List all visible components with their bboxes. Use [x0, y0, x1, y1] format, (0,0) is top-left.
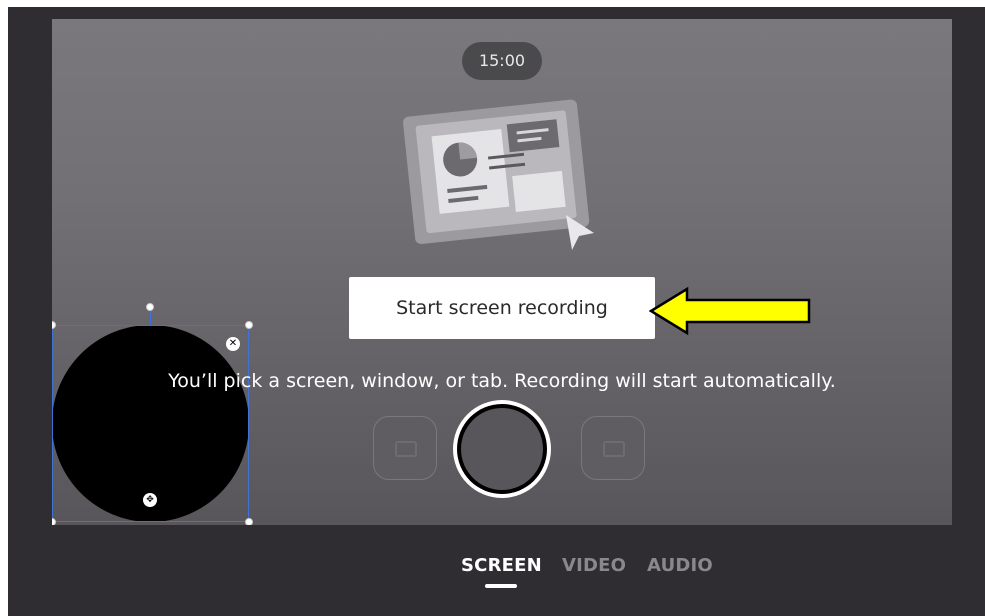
- close-icon[interactable]: ✕: [226, 337, 240, 351]
- screen-icon: [603, 441, 625, 457]
- screen-recorder-app: 15:00 Start screen recording You’ll pick: [8, 7, 985, 616]
- active-tab-indicator: [485, 584, 517, 588]
- record-button[interactable]: [453, 400, 551, 498]
- tab-audio[interactable]: AUDIO: [647, 555, 713, 576]
- tab-video[interactable]: VIDEO: [562, 555, 626, 576]
- preview-stage: 15:00 Start screen recording You’ll pick: [52, 19, 952, 525]
- camera-toggle-button[interactable]: [373, 416, 437, 480]
- record-icon: [461, 408, 543, 490]
- rotate-handle[interactable]: [146, 303, 154, 311]
- move-icon[interactable]: ✥: [143, 493, 157, 507]
- resize-handle-bottom-left[interactable]: [52, 518, 56, 525]
- annotation-arrow: [649, 286, 811, 336]
- start-screen-recording-button[interactable]: Start screen recording: [349, 277, 655, 339]
- camera-overlay[interactable]: ✕ ✥: [52, 303, 253, 525]
- screen-share-toggle-button[interactable]: [581, 416, 645, 480]
- resize-handle-bottom-right[interactable]: [245, 518, 253, 525]
- tab-screen[interactable]: SCREEN: [461, 555, 542, 576]
- timer-badge: 15:00: [462, 42, 542, 80]
- screen-recording-illustration: [403, 99, 594, 250]
- recording-hint: You’ll pick a screen, window, or tab. Re…: [168, 370, 836, 392]
- camera-off-icon: [395, 441, 417, 457]
- resize-handle-top-right[interactable]: [245, 321, 253, 329]
